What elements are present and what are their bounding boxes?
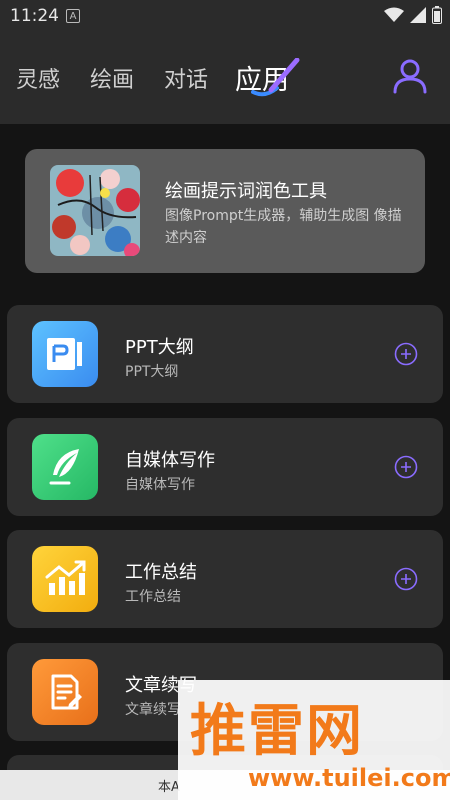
app-card-ppt-outline[interactable]: PPT大纲 PPT大纲 — [7, 305, 443, 403]
user-icon[interactable] — [392, 58, 428, 94]
signal-icon — [410, 7, 426, 23]
app-title: 工作总结 — [125, 562, 197, 583]
hero-thumbnail — [50, 165, 140, 256]
top-nav: 灵感 绘画 对话 应用 — [0, 32, 450, 124]
prompt-polish-tool-card[interactable]: 绘画提示词润色工具 图像Prompt生成器，辅助生成图 像描述内容 — [25, 149, 425, 273]
bar-chart-icon — [32, 546, 98, 612]
app-title: PPT大纲 — [125, 337, 194, 358]
add-circle-icon[interactable] — [394, 342, 418, 366]
add-circle-icon[interactable] — [394, 455, 418, 479]
battery-icon — [432, 6, 442, 24]
hero-title: 绘画提示词润色工具 — [165, 181, 327, 202]
app-subtitle: 工作总结 — [125, 589, 181, 605]
hero-description: 图像Prompt生成器，辅助生成图 像描述内容 — [165, 208, 402, 246]
watermark-url: www.tuilei.com — [248, 764, 450, 792]
tab-drawing[interactable]: 绘画 — [90, 62, 134, 94]
app-subtitle: PPT大纲 — [125, 364, 179, 380]
watermark: 推雷网 www.tuilei.com — [178, 680, 450, 800]
document-edit-icon — [32, 659, 98, 725]
active-tab-brush-icon — [251, 58, 300, 97]
status-time: 11:24 — [10, 6, 59, 26]
ppt-icon — [32, 321, 98, 387]
tab-chat[interactable]: 对话 — [164, 62, 208, 94]
app-subtitle: 自媒体写作 — [125, 477, 195, 493]
bottom-text: 本A — [158, 780, 180, 795]
app-card-work-summary[interactable]: 工作总结 工作总结 — [7, 530, 443, 628]
app-subtitle: 文章续写 — [125, 702, 181, 718]
app-title: 自媒体写作 — [125, 450, 215, 471]
app-card-media-writing[interactable]: 自媒体写作 自媒体写作 — [7, 418, 443, 516]
add-circle-icon[interactable] — [394, 567, 418, 591]
watermark-brand: 推雷网 — [190, 699, 364, 764]
wifi-icon — [384, 7, 404, 22]
notification-a-icon: A — [66, 9, 80, 23]
status-bar: 11:24 A — [0, 0, 450, 32]
feather-icon — [32, 434, 98, 500]
tab-inspiration[interactable]: 灵感 — [16, 62, 60, 94]
status-icons — [384, 6, 442, 24]
